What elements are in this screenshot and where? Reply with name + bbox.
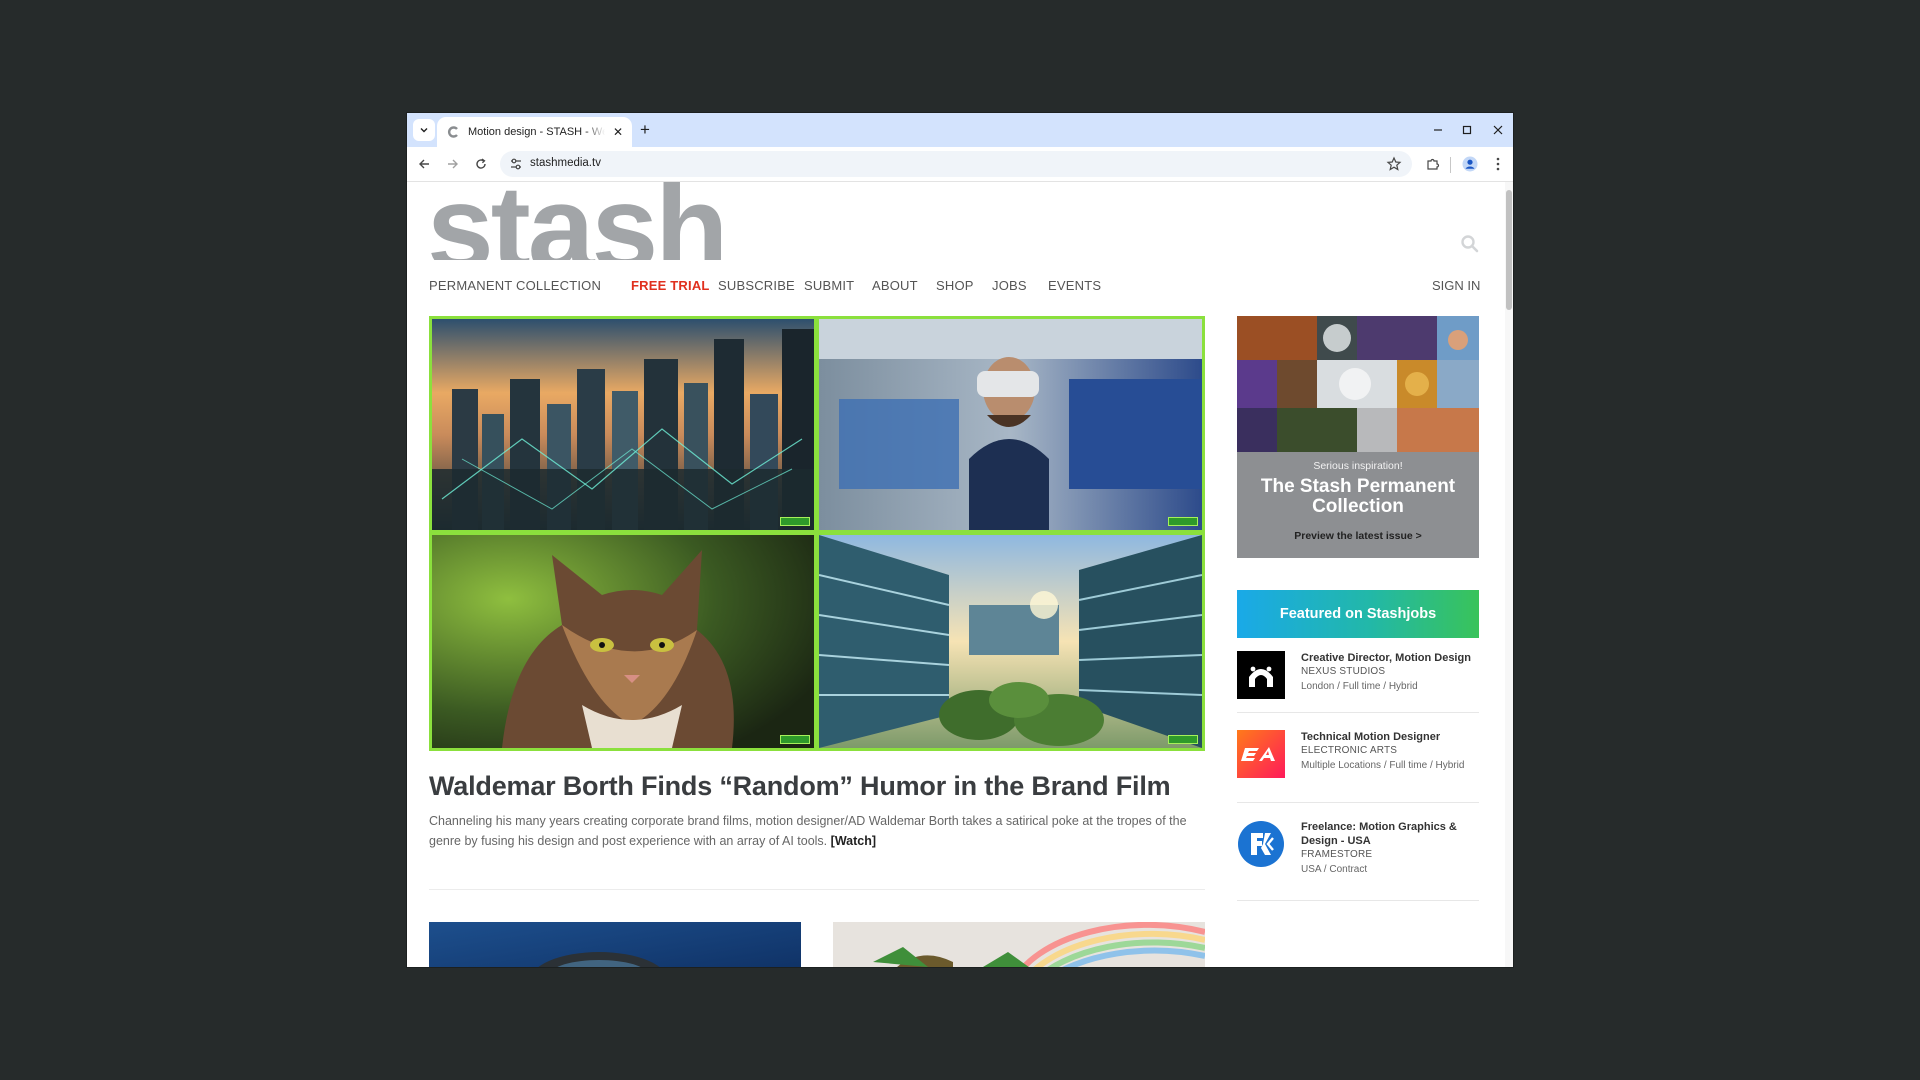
hero-image-vr-headset[interactable] [819,319,1202,530]
job-title[interactable]: Creative Director, Motion Design [1301,651,1479,665]
nav-jobs[interactable]: JOBS [992,278,1027,293]
sign-in-link[interactable]: SIGN IN [1432,278,1480,293]
hero-image-city[interactable] [432,319,814,530]
tab-strip: Motion design - STASH - Welcome ✕ + [407,113,1513,147]
ea-logo-icon [1237,730,1285,778]
back-icon[interactable] [413,153,435,175]
bookmark-star-icon[interactable] [1386,156,1402,172]
minimize-icon[interactable] [1427,120,1449,140]
job-divider [1237,712,1479,713]
watch-link[interactable]: [Watch] [831,834,876,848]
job-meta: Multiple Locations / Full time / Hybrid [1301,760,1465,771]
active-tab[interactable]: Motion design - STASH - Welcome ✕ [437,117,632,147]
promo-preview-link[interactable]: Preview the latest issue > [1237,530,1479,542]
nexus-studios-logo-icon [1237,651,1285,699]
search-icon[interactable] [1460,234,1480,254]
hero-image-grid[interactable] [429,316,1205,751]
nav-permanent-collection[interactable]: PERMANENT COLLECTION [429,278,601,293]
url-text: stashmedia.tv [530,157,601,169]
promo-collage-image [1237,316,1479,452]
toolbar-separator [1450,157,1451,173]
thumbnail-image-blue[interactable] [429,922,801,967]
promo-title: The Stash Permanent Collection [1260,476,1456,517]
job-company: FRAMESTORE [1301,849,1373,860]
job-text: Technical Motion Designer ELECTRONIC ART… [1301,730,1479,774]
tile-watermark-badge [1168,735,1198,744]
job-text: Freelance: Motion Graphics & Design - US… [1301,820,1479,878]
thumbnail-image-rainbow[interactable] [833,922,1205,967]
nav-submit[interactable]: SUBMIT [804,278,854,293]
site-settings-icon[interactable] [509,157,523,171]
article-title[interactable]: Waldemar Borth Finds “Random” Humor in t… [429,771,1171,802]
browser-window: Motion design - STASH - Welcome ✕ + stas… [407,113,1513,967]
promo-kicker: Serious inspiration! [1313,460,1403,472]
stashjobs-banner[interactable]: Featured on Stashjobs [1237,590,1479,638]
nav-about[interactable]: ABOUT [872,278,918,293]
section-divider [429,889,1205,890]
job-title[interactable]: Technical Motion Designer [1301,730,1479,744]
close-window-icon[interactable] [1487,120,1509,140]
tile-watermark-badge [780,517,810,526]
job-divider [1237,900,1479,901]
browser-toolbar: stashmedia.tv [407,147,1513,182]
nav-events[interactable]: EVENTS [1048,278,1101,293]
tab-close-icon[interactable]: ✕ [611,125,625,139]
permanent-collection-promo[interactable]: Serious inspiration! The Stash Permanent… [1237,316,1479,558]
tile-watermark-badge [780,735,810,744]
browser-menu-icon[interactable] [1488,154,1508,174]
tab-title: Motion design - STASH - Welcome [468,126,605,138]
nav-subscribe[interactable]: SUBSCRIBE [718,278,795,293]
article-summary-text: Channeling his many years creating corpo… [429,814,1187,848]
profile-avatar-icon[interactable] [1460,154,1480,174]
hero-image-cat[interactable] [432,535,814,748]
job-divider [1237,802,1479,803]
site-logo[interactable]: stash [427,182,817,260]
address-bar[interactable]: stashmedia.tv [500,151,1412,177]
framestore-logo-icon [1237,820,1285,868]
page-content: stash PERMANENT COLLECTION FREE TRIAL SU… [407,182,1513,967]
scrollbar-thumb[interactable] [1506,190,1512,310]
article-summary: Channeling his many years creating corpo… [429,811,1199,851]
maximize-icon[interactable] [1456,120,1478,140]
chevron-down-icon [420,128,428,133]
hero-image-campus[interactable] [819,535,1202,748]
job-company: NEXUS STUDIOS [1301,666,1386,677]
job-company: ELECTRONIC ARTS [1301,745,1398,756]
job-meta: USA / Contract [1301,864,1368,875]
extensions-icon[interactable] [1423,154,1443,174]
scrollbar-track[interactable] [1505,182,1513,967]
reload-icon[interactable] [470,153,492,175]
job-text: Creative Director, Motion Design NEXUS S… [1301,651,1479,695]
forward-icon[interactable] [442,153,464,175]
stash-favicon-icon [446,125,460,139]
tab-search-button[interactable] [413,119,435,141]
nav-shop[interactable]: SHOP [936,278,974,293]
job-meta: London / Full time / Hybrid [1301,681,1418,692]
job-title[interactable]: Freelance: Motion Graphics & Design - US… [1301,820,1479,848]
new-tab-button[interactable]: + [634,119,656,141]
tile-watermark-badge [1168,517,1198,526]
nav-free-trial[interactable]: FREE TRIAL [631,278,710,293]
